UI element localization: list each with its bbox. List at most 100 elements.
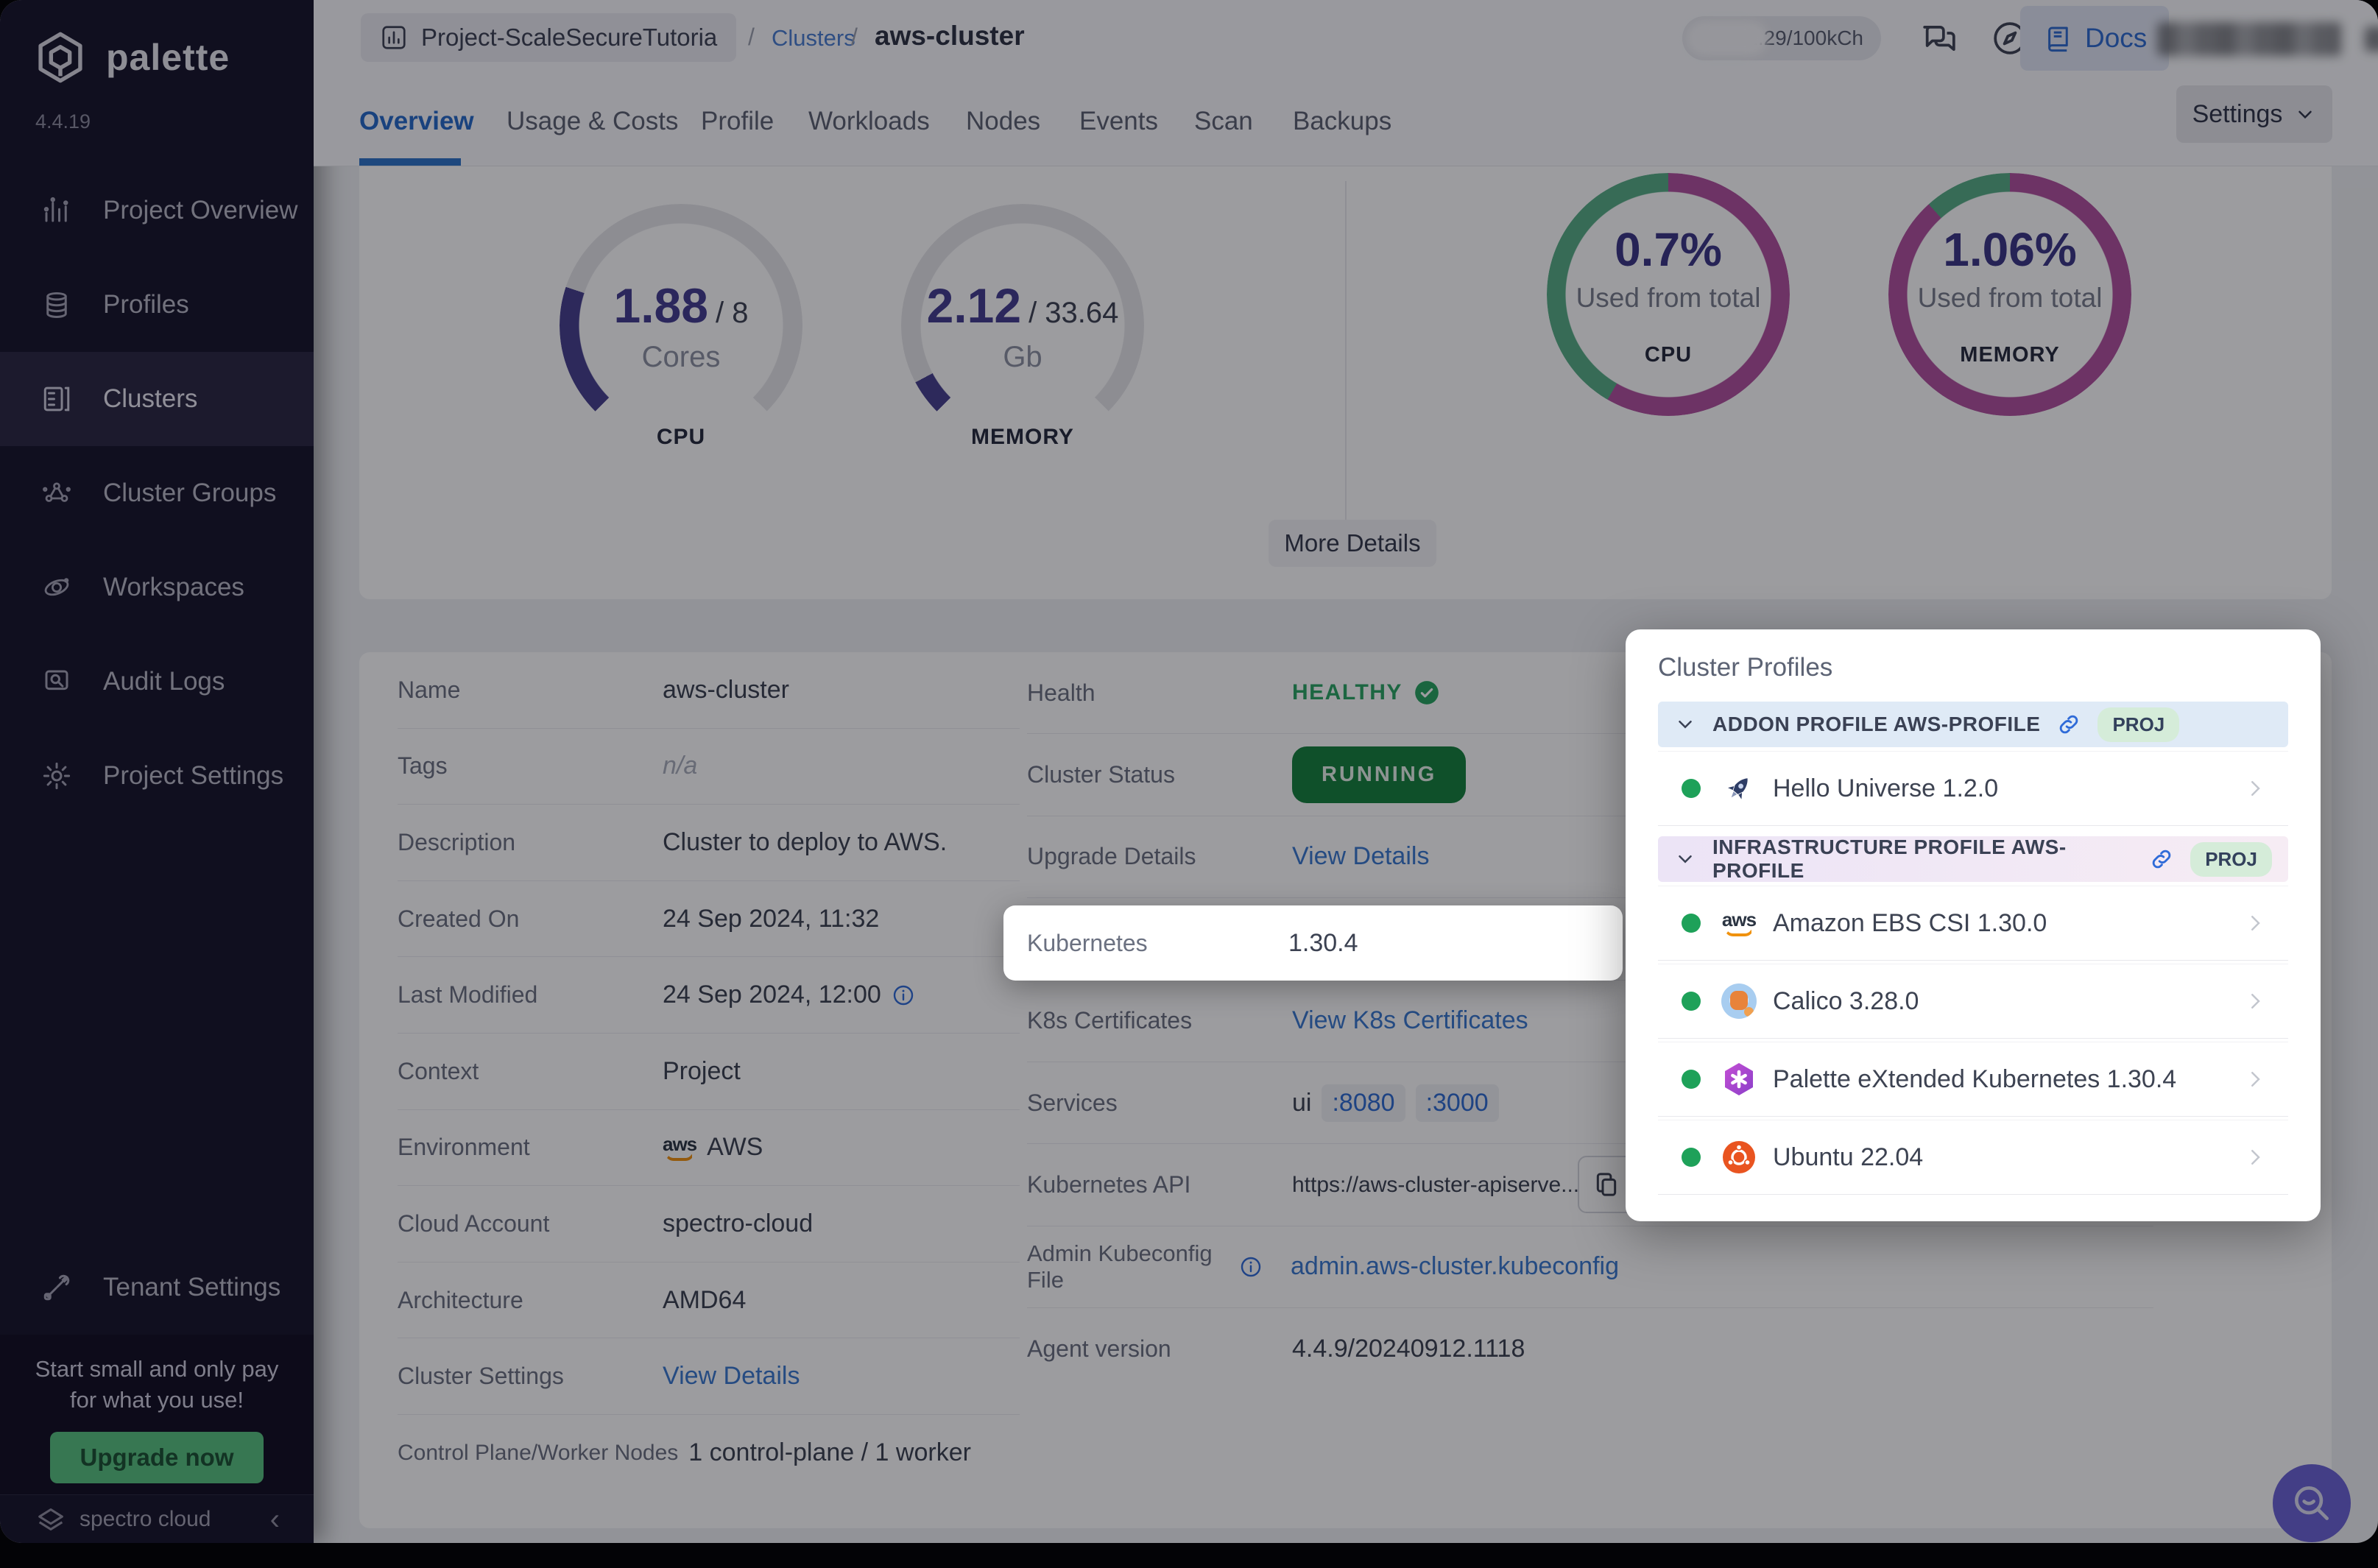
memory-donut-caption: Used from total <box>1917 282 2103 313</box>
redacted-blur <box>1687 21 1768 56</box>
cpu-gauge-label: CPU <box>656 425 706 449</box>
tab-nodes[interactable]: Nodes <box>966 77 1040 166</box>
server-rack-icon <box>43 386 70 412</box>
chevron-right-icon <box>2251 1072 2260 1087</box>
service-name: ui <box>1292 1088 1312 1117</box>
tab-profile[interactable]: Profile <box>701 77 774 166</box>
breadcrumb-separator: / <box>748 24 755 50</box>
tools-icon <box>43 1274 70 1301</box>
audit-doc-icon <box>45 670 68 691</box>
breadcrumb-current: aws-cluster <box>875 21 1025 51</box>
aws-icon: aws <box>663 1134 697 1161</box>
tab-workloads[interactable]: Workloads <box>808 77 930 166</box>
chevron-right-icon <box>2251 994 2260 1009</box>
details-left-column: Name aws-cluster Tags n/a Description Cl… <box>398 652 1020 1491</box>
chat-button[interactable] <box>1919 18 1960 59</box>
infrastructure-profile-section: INFRASTRUCTURE PROFILE AWS-PROFILE PROJ … <box>1658 836 2288 1194</box>
sidebar-item-label: Workspaces <box>103 573 244 601</box>
status-dot <box>1682 992 1701 1011</box>
sidebar-item-project-settings[interactable]: Project Settings <box>0 729 314 823</box>
chevron-right-icon <box>2251 781 2260 796</box>
redacted-username <box>2157 22 2341 56</box>
settings-button[interactable]: Settings <box>2176 85 2332 143</box>
service-port-link[interactable]: :3000 <box>1415 1084 1499 1122</box>
breadcrumb-clusters-link[interactable]: Clusters <box>772 25 855 52</box>
nodes-icon <box>43 482 71 502</box>
tab-backups[interactable]: Backups <box>1293 77 1391 166</box>
view-k8s-certificates-link[interactable]: View K8s Certificates <box>1292 1006 1528 1035</box>
panel-title: Cluster Profiles <box>1658 653 1833 682</box>
detail-row-tags: Tags n/a <box>398 729 1020 805</box>
service-port-link[interactable]: :8080 <box>1322 1084 1405 1122</box>
tab-events[interactable]: Events <box>1079 77 1158 166</box>
infrastructure-profile-header[interactable]: INFRASTRUCTURE PROFILE AWS-PROFILE PROJ <box>1658 836 2288 882</box>
search-fab[interactable] <box>2273 1464 2351 1542</box>
addon-profile-header[interactable]: ADDON PROFILE AWS-PROFILE PROJ <box>1658 702 2288 747</box>
sidebar-item-cluster-groups[interactable]: Cluster Groups <box>0 446 314 540</box>
chevron-down-icon <box>2298 110 2312 119</box>
tab-usage-costs[interactable]: Usage & Costs <box>507 77 678 166</box>
sidebar-item-label: Clusters <box>103 384 198 413</box>
app-version: 4.4.19 <box>35 110 91 133</box>
kubeconfig-download-link[interactable]: admin.aws-cluster.kubeconfig <box>1291 1252 1619 1281</box>
sidebar-item-workspaces[interactable]: Workspaces <box>0 540 314 635</box>
sidebar-item-tenant-settings[interactable]: Tenant Settings <box>0 1240 314 1335</box>
cluster-settings-view-details-link[interactable]: View Details <box>663 1362 800 1391</box>
collapse-sidebar-icon[interactable]: ‹ <box>270 1505 280 1534</box>
project-breadcrumb[interactable]: Project-ScaleSecureTutoria <box>361 13 737 62</box>
health-status-badge: HEALTHY <box>1292 679 1441 707</box>
cpu-usage-gauge: 1.88 / 8 Cores CPU <box>560 204 802 449</box>
link-icon[interactable] <box>2056 712 2081 737</box>
magnifier-smile-icon <box>2295 1486 2329 1520</box>
sidebar-item-label: Cluster Groups <box>103 478 277 507</box>
sidebar-footer: spectro cloud ‹ <box>0 1494 314 1543</box>
sidebar-item-label: Audit Logs <box>103 667 225 696</box>
tab-overview[interactable]: Overview <box>359 77 474 166</box>
info-icon[interactable] <box>892 983 915 1007</box>
credits-badge[interactable]: 1.29/100kCh <box>1682 16 1881 60</box>
detail-row-cloud-account: Cloud Account spectro-cloud <box>398 1186 1020 1262</box>
memory-usage-gauge: 2.12 / 33.64 Gb MEMORY <box>901 204 1144 449</box>
status-dot <box>1682 1070 1701 1089</box>
detail-row-cluster-settings: Cluster Settings View Details <box>398 1338 1020 1415</box>
sidebar-item-audit-logs[interactable]: Audit Logs <box>0 635 314 729</box>
upgrade-now-button[interactable]: Upgrade now <box>50 1432 264 1483</box>
status-dot <box>1682 914 1701 933</box>
cpu-total-value: / 8 <box>715 296 749 329</box>
pxk-icon <box>1721 1062 1757 1097</box>
kubernetes-version: 1.30.4 <box>1288 928 1358 957</box>
sidebar-item-profiles[interactable]: Profiles <box>0 258 314 352</box>
check-circle-icon <box>1415 681 1439 705</box>
tab-scan[interactable]: Scan <box>1194 77 1253 166</box>
cluster-status-badge: RUNNING <box>1292 746 1467 804</box>
sidebar-item-clusters[interactable]: Clusters <box>0 352 314 446</box>
upgrade-promo: Start small and only pay for what you us… <box>0 1335 314 1494</box>
redacted-avatar <box>2365 27 2378 52</box>
profile-layer-hello-universe[interactable]: Hello Universe 1.2.0 <box>1658 752 2288 825</box>
detail-row-name: Name aws-cluster <box>398 652 1020 729</box>
copy-icon <box>1596 1173 1617 1197</box>
spectro-cloud-logo-icon <box>38 1508 63 1530</box>
docs-label: Docs <box>2085 23 2148 53</box>
detail-row-context: Context Project <box>398 1034 1020 1110</box>
scope-badge: PROJ <box>2190 841 2272 877</box>
usage-summary-card: 1.88 / 8 Cores CPU 2.12 / 33.64 Gb MEMOR… <box>359 166 2332 599</box>
more-details-button[interactable]: More Details <box>1269 520 1436 567</box>
upgrade-view-details-link[interactable]: View Details <box>1292 842 1429 871</box>
profile-layer-calico[interactable]: Calico 3.28.0 <box>1658 964 2288 1038</box>
profile-layer-amazon-ebs-csi[interactable]: aws Amazon EBS CSI 1.30.0 <box>1658 886 2288 960</box>
docs-button[interactable]: Docs <box>2020 6 2170 71</box>
chat-icon <box>1923 25 1955 52</box>
info-icon[interactable] <box>1239 1255 1263 1279</box>
kubernetes-label: Kubernetes <box>1027 929 1148 956</box>
status-dot <box>1682 779 1701 798</box>
profile-layer-ubuntu[interactable]: Ubuntu 22.04 <box>1658 1120 2288 1194</box>
memory-donut-label: MEMORY <box>1960 342 2060 367</box>
profile-layer-palette-extended-kubernetes[interactable]: Palette eXtended Kubernetes 1.30.4 <box>1658 1042 2288 1116</box>
cpu-donut-caption: Used from total <box>1576 282 1761 313</box>
sidebar-item-project-overview[interactable]: Project Overview <box>0 163 314 258</box>
chevron-down-icon <box>1679 855 1692 864</box>
link-icon[interactable] <box>2149 847 2174 872</box>
cpu-used-value: 1.88 <box>613 278 708 333</box>
detail-row-description: Description Cluster to deploy to AWS. <box>398 805 1020 881</box>
